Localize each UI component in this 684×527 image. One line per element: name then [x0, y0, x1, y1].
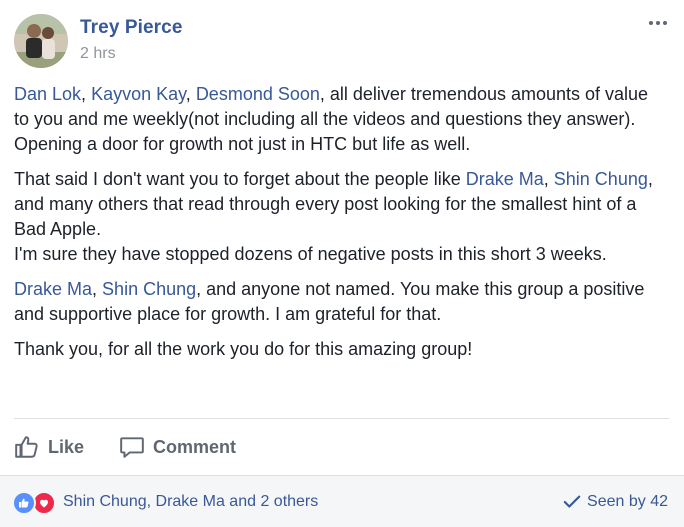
author-name[interactable]: Trey Pierce — [80, 17, 183, 39]
post-text: Thank you, for all the work you do for t… — [14, 339, 473, 359]
mention-shin-chung[interactable]: Shin Chung — [554, 169, 648, 189]
post-timestamp[interactable]: 2 hrs — [80, 45, 116, 63]
mention-drake-ma[interactable]: Drake Ma — [14, 279, 92, 299]
separator: , — [81, 84, 92, 104]
mention-kayvon-kay[interactable]: Kayvon Kay — [91, 84, 186, 104]
post-text: I'm sure they have stopped dozens of neg… — [14, 244, 607, 264]
mention-desmond-soon[interactable]: Desmond Soon — [196, 84, 320, 104]
post-paragraph-1: Dan Lok, Kayvon Kay, Desmond Soon, all d… — [14, 82, 664, 157]
reactors-link[interactable]: Shin Chung, Drake Ma and 2 others — [63, 491, 318, 513]
mention-drake-ma[interactable]: Drake Ma — [466, 169, 544, 189]
post-paragraph-4: Thank you, for all the work you do for t… — [14, 337, 664, 362]
comment-button[interactable]: Comment — [119, 422, 236, 472]
separator: , — [543, 169, 554, 189]
divider — [14, 418, 669, 419]
seen-by-link[interactable]: Seen by 42 — [563, 491, 668, 513]
speech-bubble-icon — [120, 437, 144, 458]
post-paragraph-3: Drake Ma, Shin Chung, and anyone not nam… — [14, 277, 664, 327]
post-footer: Shin Chung, Drake Ma and 2 others Seen b… — [0, 475, 684, 527]
like-label: Like — [48, 436, 85, 457]
post-body: Dan Lok, Kayvon Kay, Desmond Soon, all d… — [14, 82, 664, 372]
post-paragraph-2: That said I don't want you to forget abo… — [14, 167, 664, 267]
avatar-photo — [14, 14, 68, 68]
mention-shin-chung[interactable]: Shin Chung — [102, 279, 196, 299]
reaction-icons[interactable] — [12, 491, 60, 515]
separator: , — [185, 84, 196, 104]
checkmark-icon — [563, 495, 581, 508]
post-header: Trey Pierce 2 hrs — [0, 0, 684, 72]
comment-label: Comment — [153, 436, 237, 457]
thumbs-up-icon — [15, 436, 38, 458]
avatar[interactable] — [14, 14, 68, 68]
more-dots-icon[interactable] — [644, 13, 672, 33]
separator: , — [92, 279, 103, 299]
action-bar: Like Comment — [0, 422, 684, 472]
mention-dan-lok[interactable]: Dan Lok — [14, 84, 81, 104]
seen-by-label: Seen by 42 — [587, 493, 668, 510]
post-text: That said I don't want you to forget abo… — [14, 169, 466, 189]
like-reaction-icon — [12, 491, 36, 515]
like-button[interactable]: Like — [14, 422, 84, 472]
